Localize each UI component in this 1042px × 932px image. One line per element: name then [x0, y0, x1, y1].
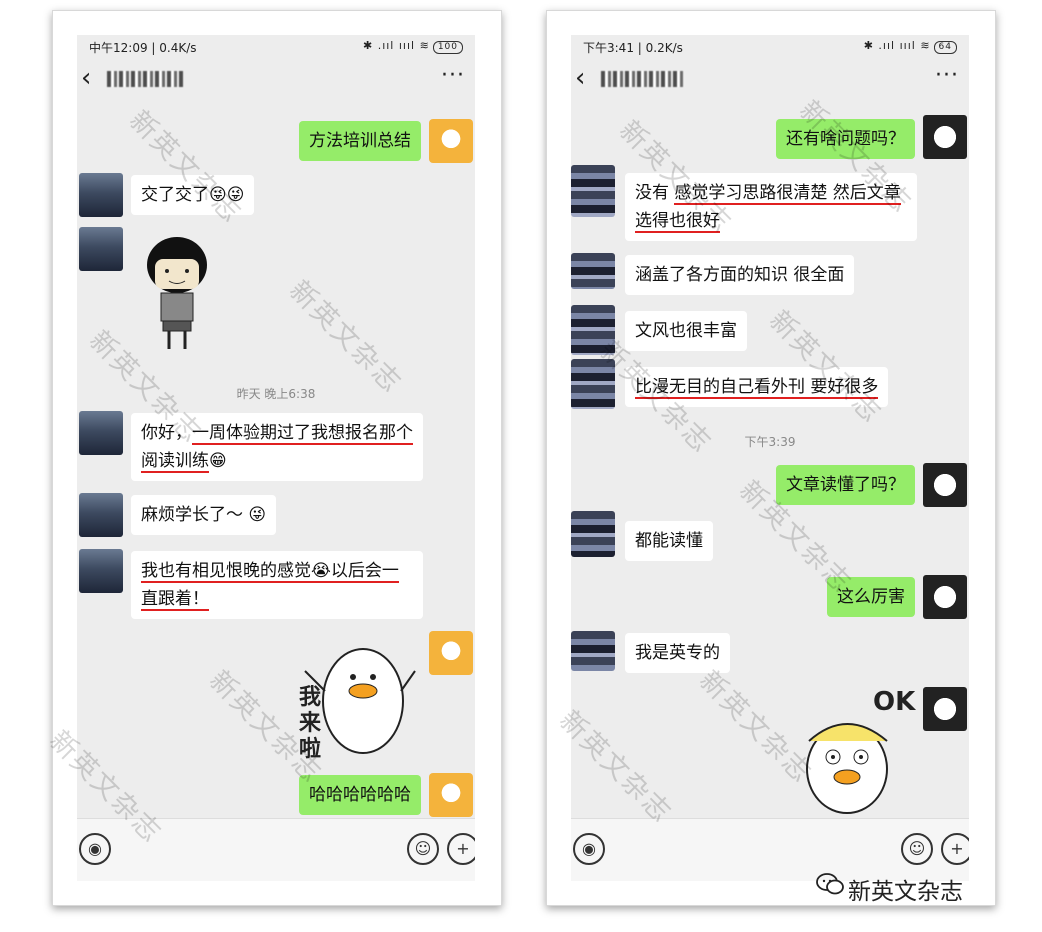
voice-input-icon[interactable]: ◉	[573, 833, 605, 865]
brand-name: 新英文杂志	[848, 879, 963, 905]
my-avatar[interactable]	[923, 575, 967, 619]
message-bubble-out[interactable]: 方法培训总结	[299, 121, 421, 161]
chat-title-redacted	[107, 71, 183, 87]
message-bubble-in[interactable]: 比漫无目的自己看外刊 要好很多	[625, 367, 889, 407]
voice-input-icon[interactable]: ◉	[79, 833, 111, 865]
chat-title-redacted	[601, 71, 685, 87]
contact-avatar[interactable]	[79, 549, 123, 593]
plus-icon[interactable]: +	[941, 833, 969, 865]
message-bubble-in[interactable]: 文风也很丰富	[625, 311, 747, 351]
sticker-caption: 我来啦	[299, 685, 322, 762]
contact-avatar[interactable]	[571, 305, 615, 355]
message-bubble-out[interactable]: 还有啥问题吗？	[776, 119, 915, 159]
left-chat-screen: 中午12:09 | 0.4K/s ✱ .ııl ıııl ≋ 100 ‹ ··· …	[77, 35, 475, 881]
signal-icon: ✱ .ııl ıııl ≋	[863, 39, 931, 52]
chat-title-bar: ‹ ···	[77, 61, 475, 99]
contact-avatar[interactable]	[571, 359, 615, 409]
back-icon[interactable]: ‹	[575, 63, 585, 93]
status-time: 下午3:41 | 0.2K/s	[583, 41, 683, 55]
back-icon[interactable]: ‹	[81, 63, 91, 93]
emoji-icon[interactable]: ☺	[901, 833, 933, 865]
battery-icon: 100	[432, 41, 463, 54]
message-text-underlined: 比漫无目的自己看外刊 要好很多	[635, 377, 879, 399]
message-text-underlined: 我也有相见恨晚的感觉😭以后会一直跟着！	[141, 561, 399, 611]
message-text: 你好，	[141, 423, 192, 443]
contact-avatar[interactable]	[571, 165, 615, 217]
contact-avatar[interactable]	[571, 511, 615, 557]
message-bubble-out[interactable]: 这么厉害	[827, 577, 915, 617]
status-bar: 中午12:09 | 0.4K/s ✱ .ııl ıııl ≋ 100	[77, 35, 475, 59]
contact-avatar[interactable]	[571, 253, 615, 289]
my-avatar[interactable]	[923, 687, 967, 731]
chat-title-bar: ‹ ···	[571, 61, 969, 99]
message-bubble-in[interactable]: 你好，一周体验期过了我想报名那个阅读训练😁	[131, 413, 423, 481]
my-avatar[interactable]	[429, 773, 473, 817]
mushroom-head-sticker[interactable]	[137, 231, 217, 355]
status-icons: ✱ .ııl ıııl ≋ 100	[363, 39, 463, 54]
right-chat-screen: 下午3:41 | 0.2K/s ✱ .ııl ıııl ≋ 64 ‹ ··· 还有…	[571, 35, 969, 881]
my-avatar[interactable]	[923, 463, 967, 507]
message-bubble-out[interactable]: 文章读懂了吗？	[776, 465, 915, 505]
contact-avatar[interactable]	[79, 173, 123, 217]
battery-icon: 64	[933, 41, 957, 54]
signal-icon: ✱ .ııl ıııl ≋	[362, 39, 430, 52]
my-avatar[interactable]	[923, 115, 967, 159]
message-bubble-in[interactable]: 交了交了😜😜	[131, 175, 255, 215]
status-icons: ✱ .ııl ıııl ≋ 64	[864, 39, 957, 54]
plus-icon[interactable]: +	[447, 833, 475, 865]
contact-avatar[interactable]	[79, 493, 123, 537]
message-text-underlined: 感觉学习思路很清楚 然后文章选得也很好	[635, 183, 901, 233]
left-phone-frame: 中午12:09 | 0.4K/s ✱ .ııl ıııl ≋ 100 ‹ ··· …	[52, 10, 502, 906]
message-emoji: 😁	[209, 451, 227, 471]
chat-input-bar: ◉ ☺ +	[77, 818, 475, 881]
contact-avatar[interactable]	[79, 227, 123, 271]
chat-timestamp: 下午3:39	[744, 435, 796, 449]
message-bubble-in[interactable]: 麻烦学长了～ 😜	[131, 495, 277, 535]
message-bubble-in[interactable]: 我也有相见恨晚的感觉😭以后会一直跟着！	[131, 551, 423, 619]
message-text: 没有	[635, 183, 675, 203]
my-avatar[interactable]	[429, 119, 473, 163]
message-bubble-out[interactable]: 哈哈哈哈哈哈	[299, 775, 421, 815]
message-bubble-in[interactable]: 我是英专的	[625, 633, 730, 673]
emoji-icon[interactable]: ☺	[407, 833, 439, 865]
message-bubble-in[interactable]: 没有 感觉学习思路很清楚 然后文章选得也很好	[625, 173, 917, 241]
message-bubble-in[interactable]: 涵盖了各方面的知识 很全面	[625, 255, 855, 295]
contact-avatar[interactable]	[571, 631, 615, 671]
message-bubble-in[interactable]: 都能读懂	[625, 521, 713, 561]
status-time: 中午12:09 | 0.4K/s	[89, 41, 197, 55]
sticker-caption: OK	[873, 687, 916, 717]
right-phone-frame: 下午3:41 | 0.2K/s ✱ .ııl ıııl ≋ 64 ‹ ··· 还有…	[546, 10, 996, 906]
contact-avatar[interactable]	[79, 411, 123, 455]
wechat-icon	[816, 873, 844, 895]
more-icon[interactable]: ···	[441, 63, 465, 88]
my-avatar[interactable]	[429, 631, 473, 675]
status-bar: 下午3:41 | 0.2K/s ✱ .ııl ıııl ≋ 64	[571, 35, 969, 59]
more-icon[interactable]: ···	[935, 63, 959, 88]
chat-timestamp: 昨天 晚上6:38	[236, 387, 316, 401]
